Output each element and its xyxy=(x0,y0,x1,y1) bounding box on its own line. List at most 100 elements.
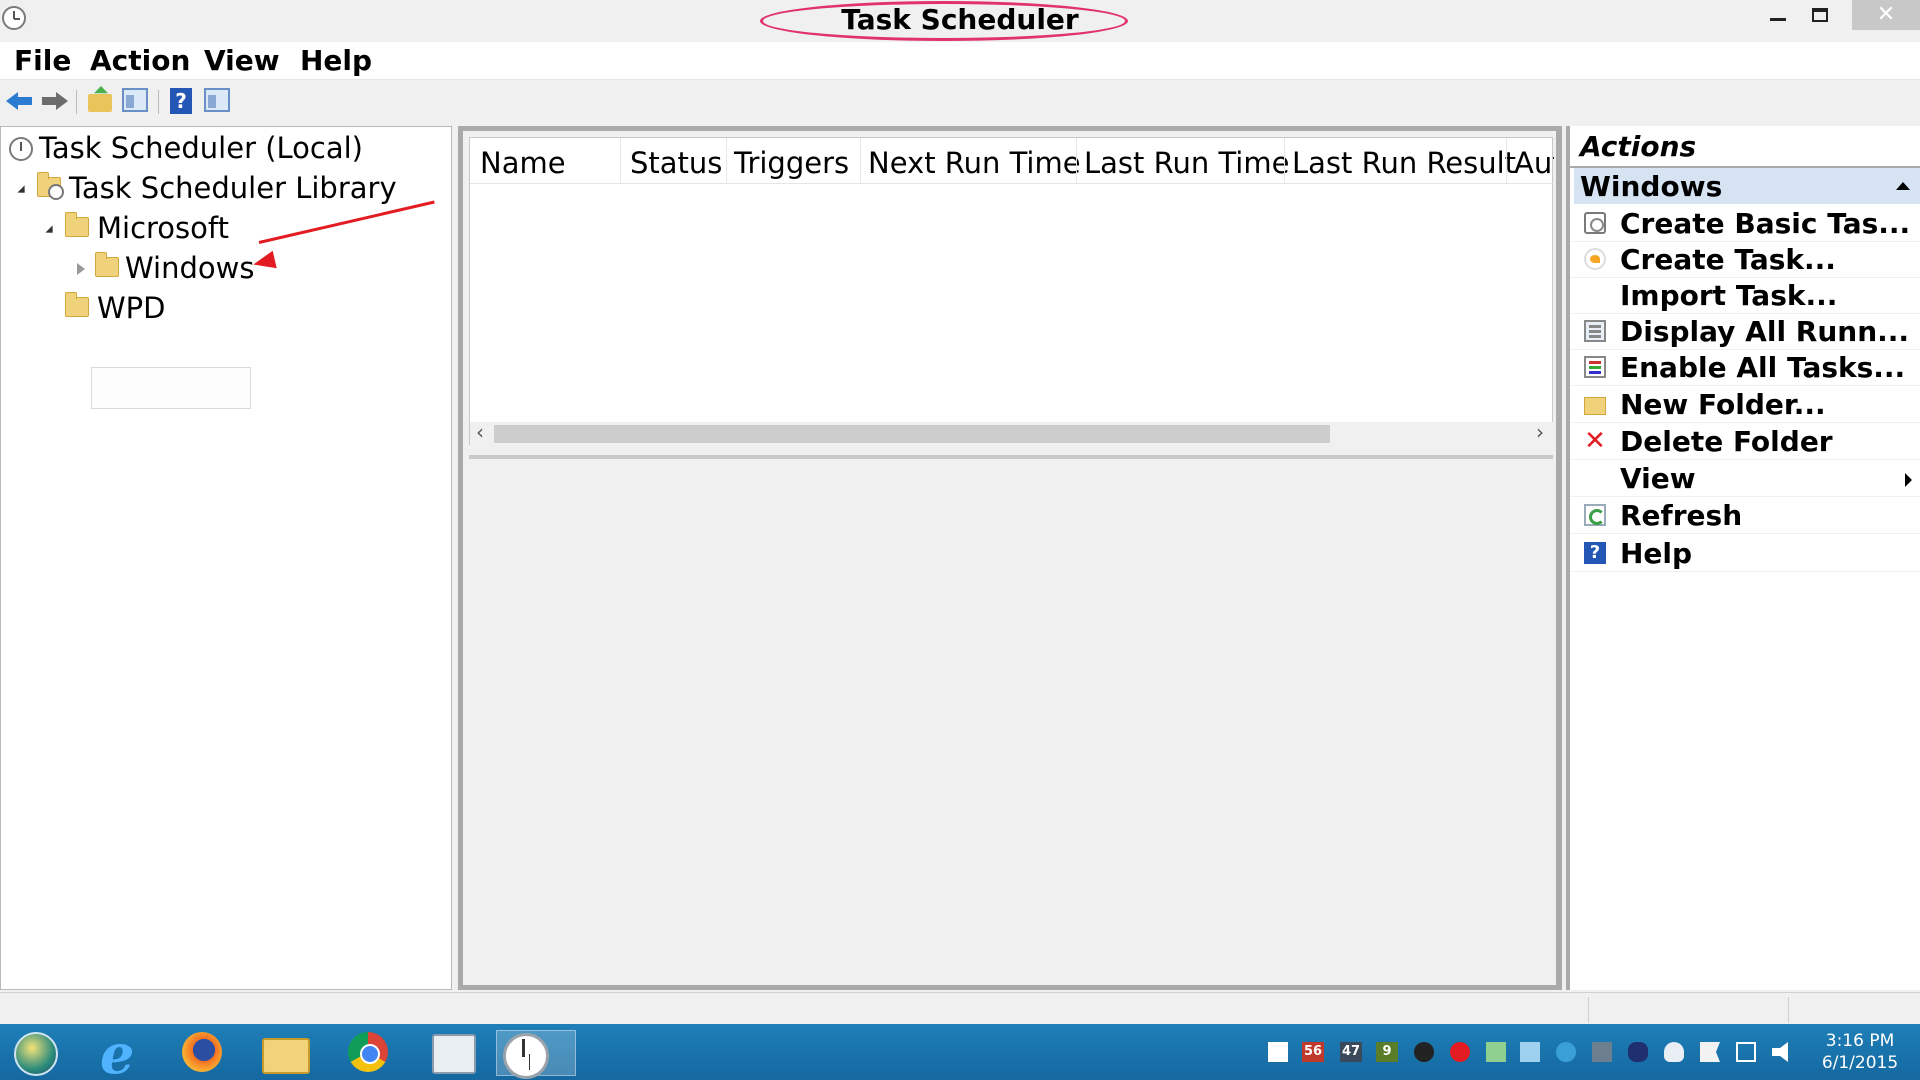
action-center-flag-icon[interactable] xyxy=(1700,1042,1720,1062)
help-icon[interactable]: ? xyxy=(170,88,192,114)
create-task-icon xyxy=(1584,248,1606,270)
menu-action[interactable]: Action xyxy=(90,44,190,77)
status-divider xyxy=(1788,997,1789,1023)
forward-arrow-icon[interactable] xyxy=(40,88,68,114)
column-divider[interactable] xyxy=(1284,138,1285,183)
task-scheduler-taskbar-icon[interactable] xyxy=(496,1030,576,1079)
new-folder-icon xyxy=(1584,397,1606,415)
action-help[interactable]: ? Help xyxy=(1570,536,1920,572)
column-divider[interactable] xyxy=(726,138,727,183)
back-arrow-icon[interactable] xyxy=(6,88,34,114)
menu-view[interactable]: View xyxy=(204,44,280,77)
task-list-pane: Name Status Triggers Next Run Time Last … xyxy=(458,126,1562,990)
firefox-icon[interactable] xyxy=(176,1030,228,1076)
action-label: Create Task... xyxy=(1620,243,1836,276)
bluetooth-icon[interactable] xyxy=(1628,1042,1648,1062)
tray-app-icon[interactable] xyxy=(1592,1042,1612,1062)
enable-history-icon xyxy=(1584,356,1606,378)
windows-flag-icon[interactable] xyxy=(1268,1042,1288,1062)
task-grid[interactable]: Name Status Triggers Next Run Time Last … xyxy=(469,137,1554,446)
scroll-left-arrow-icon[interactable]: ‹ xyxy=(476,420,484,444)
folder-icon xyxy=(65,292,89,317)
action-label: Display All Runn... xyxy=(1620,315,1910,348)
scrollbar-thumb[interactable] xyxy=(494,425,1330,443)
column-header-last-run-time[interactable]: Last Run Time xyxy=(1084,146,1289,180)
red-arrow-annotation xyxy=(258,200,435,244)
system-clock[interactable]: 3:16 PM 6/1/2015 xyxy=(1800,1030,1920,1074)
maximize-button[interactable] xyxy=(1794,0,1846,30)
status-bar xyxy=(0,992,1920,1024)
column-header-author[interactable]: Aut xyxy=(1514,146,1554,180)
action-delete-folder[interactable]: ✕ Delete Folder xyxy=(1570,424,1920,460)
title-bar: Task Scheduler ✕ xyxy=(0,0,1920,41)
action-label: Enable All Tasks... xyxy=(1620,351,1906,384)
onedrive-icon[interactable] xyxy=(1664,1042,1684,1062)
actions-section-windows[interactable]: Windows xyxy=(1574,168,1920,204)
column-header-status[interactable]: Status xyxy=(630,146,722,180)
action-create-task[interactable]: Create Task... xyxy=(1570,242,1920,278)
horizontal-scrollbar[interactable]: ‹ › xyxy=(470,420,1554,446)
show-hide-console-tree-icon[interactable] xyxy=(122,88,148,112)
menu-help[interactable]: Help xyxy=(300,44,372,77)
close-button[interactable]: ✕ xyxy=(1852,0,1920,30)
clock-icon xyxy=(9,137,33,161)
clock-time: 3:16 PM xyxy=(1825,1031,1895,1051)
status-divider xyxy=(1588,997,1589,1023)
help-icon: ? xyxy=(1584,542,1606,564)
column-divider[interactable] xyxy=(1076,138,1077,183)
menu-file[interactable]: File xyxy=(14,44,71,77)
collapse-caret-icon[interactable] xyxy=(1896,182,1910,190)
tray-app-icon[interactable] xyxy=(1520,1042,1540,1062)
column-header-last-run-result[interactable]: Last Run Result xyxy=(1292,146,1516,180)
start-button-icon[interactable] xyxy=(8,1030,60,1076)
tray-app-icon[interactable] xyxy=(1414,1042,1434,1062)
tray-badge-icon[interactable]: 9 xyxy=(1376,1042,1398,1062)
tray-app-icon[interactable] xyxy=(1556,1042,1576,1062)
toolbar-separator xyxy=(158,90,159,114)
tray-badge-icon[interactable]: 47 xyxy=(1340,1042,1362,1062)
taskbar: 56 47 9 3:16 PM 6/1/2015 xyxy=(0,1022,1920,1080)
file-explorer-icon[interactable] xyxy=(258,1030,310,1076)
action-label: Delete Folder xyxy=(1620,425,1833,458)
toolbar: ? xyxy=(0,84,1920,118)
display-running-icon xyxy=(1584,320,1606,342)
title-highlight-annotation xyxy=(760,1,1128,41)
column-header-triggers[interactable]: Triggers xyxy=(734,146,849,180)
actions-title: Actions xyxy=(1580,130,1697,163)
collapsed-caret-icon[interactable] xyxy=(77,263,85,275)
up-folder-icon[interactable] xyxy=(88,94,112,112)
action-create-basic-task[interactable]: Create Basic Tas... xyxy=(1570,206,1920,242)
action-new-folder[interactable]: New Folder... xyxy=(1570,387,1920,423)
scroll-right-arrow-icon[interactable]: › xyxy=(1536,420,1544,444)
column-header-name[interactable]: Name xyxy=(480,146,566,180)
minimize-icon xyxy=(1770,17,1786,21)
performance-monitor-icon[interactable] xyxy=(426,1030,478,1076)
task-detail-pane xyxy=(469,455,1553,981)
tray-app-icon[interactable] xyxy=(1450,1042,1470,1062)
tray-badge-icon[interactable]: 56 xyxy=(1302,1042,1324,1062)
column-divider[interactable] xyxy=(1506,138,1507,183)
column-divider[interactable] xyxy=(620,138,621,183)
actions-pane: Actions Windows Create Basic Tas... Crea… xyxy=(1566,126,1920,990)
menu-bar: File Action View Help xyxy=(0,42,1920,80)
action-label: View xyxy=(1620,462,1696,495)
tree-label: Task Scheduler Library xyxy=(69,171,397,205)
action-display-all-running[interactable]: Display All Runn... xyxy=(1570,314,1920,350)
action-refresh[interactable]: Refresh xyxy=(1570,498,1920,534)
column-divider[interactable] xyxy=(860,138,861,183)
action-label: Refresh xyxy=(1620,499,1743,532)
expanded-caret-icon[interactable] xyxy=(45,225,53,233)
folder-icon xyxy=(95,252,119,277)
tray-app-icon[interactable] xyxy=(1486,1042,1506,1062)
action-import-task[interactable]: Import Task... xyxy=(1570,278,1920,314)
expanded-caret-icon[interactable] xyxy=(17,185,25,193)
internet-explorer-icon[interactable] xyxy=(92,1022,144,1080)
show-hide-action-pane-icon[interactable] xyxy=(204,88,230,112)
chrome-icon[interactable] xyxy=(342,1030,394,1076)
volume-icon[interactable] xyxy=(1772,1042,1788,1062)
tree-label: Task Scheduler (Local) xyxy=(39,131,363,165)
action-view[interactable]: View xyxy=(1570,461,1920,497)
column-header-next-run-time[interactable]: Next Run Time xyxy=(868,146,1081,180)
network-icon[interactable] xyxy=(1736,1042,1756,1062)
action-enable-all-tasks-history[interactable]: Enable All Tasks... xyxy=(1570,350,1920,386)
